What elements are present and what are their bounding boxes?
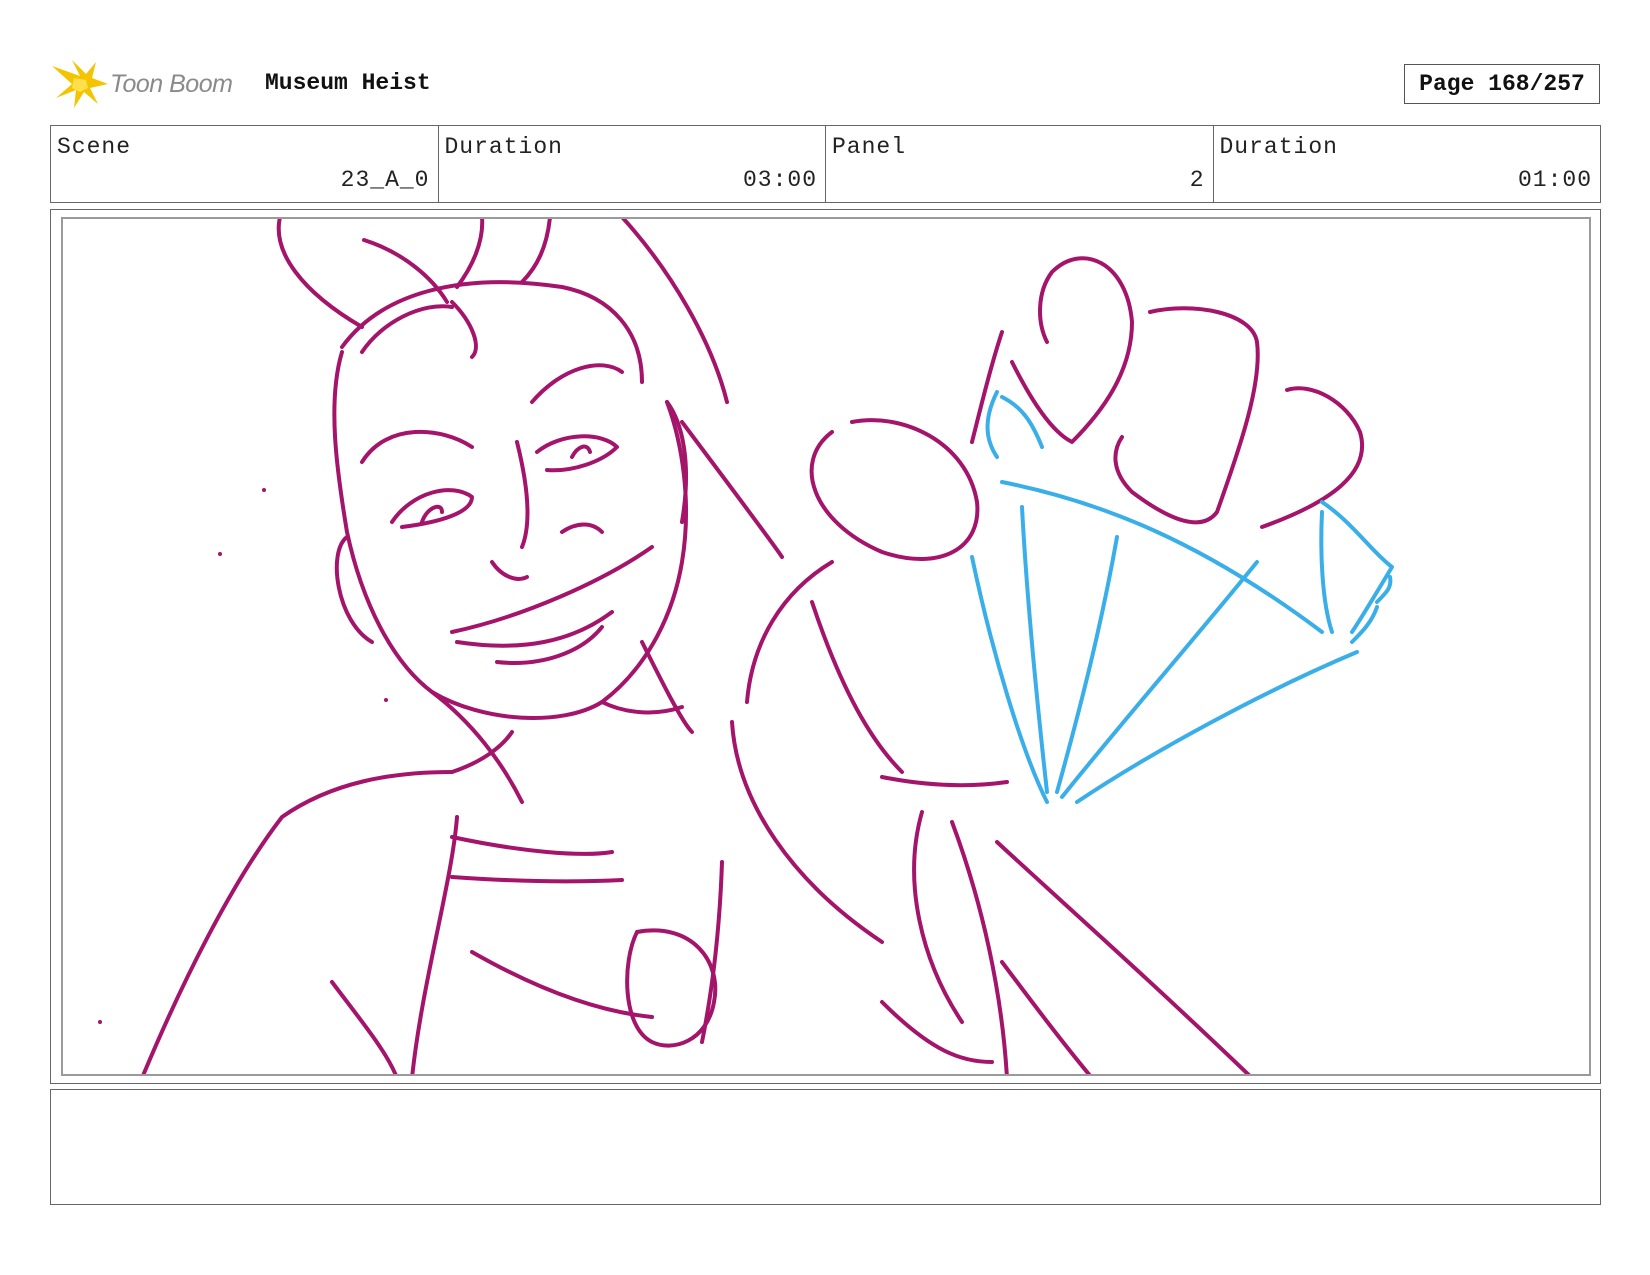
panel-label: Panel (832, 134, 907, 160)
scene-cell: Scene 23_A_0 (51, 126, 439, 202)
storyboard-sketch (98, 219, 1394, 1074)
scene-duration-cell: Duration 03:00 (439, 126, 826, 202)
logo-text: Toon Boom (110, 69, 233, 98)
panel-duration-value: 01:00 (1517, 167, 1592, 193)
page-indicator: Page 168/257 (1404, 64, 1600, 104)
scene-info-row: Scene 23_A_0 Duration 03:00 Panel 2 Dura… (50, 125, 1601, 203)
panel-cell: Panel 2 (826, 126, 1214, 202)
sketch-specks (98, 488, 388, 1024)
scene-value: 23_A_0 (340, 167, 430, 193)
toon-boom-logo: Toon Boom (52, 58, 233, 110)
scene-duration-value: 03:00 (742, 167, 817, 193)
toon-boom-starburst-icon (52, 60, 108, 108)
scene-duration-label: Duration (444, 134, 563, 160)
character-sketch (141, 219, 1364, 1074)
panel-notes-box[interactable] (50, 1089, 1601, 1205)
panel-duration-label: Duration (1219, 134, 1338, 160)
panel-image (61, 217, 1591, 1076)
project-title: Museum Heist (265, 70, 431, 96)
diamond-sketch (970, 390, 1394, 804)
panel-duration-cell: Duration 01:00 (1214, 126, 1601, 202)
panel-value: 2 (1189, 167, 1205, 193)
scene-label: Scene (57, 134, 132, 160)
